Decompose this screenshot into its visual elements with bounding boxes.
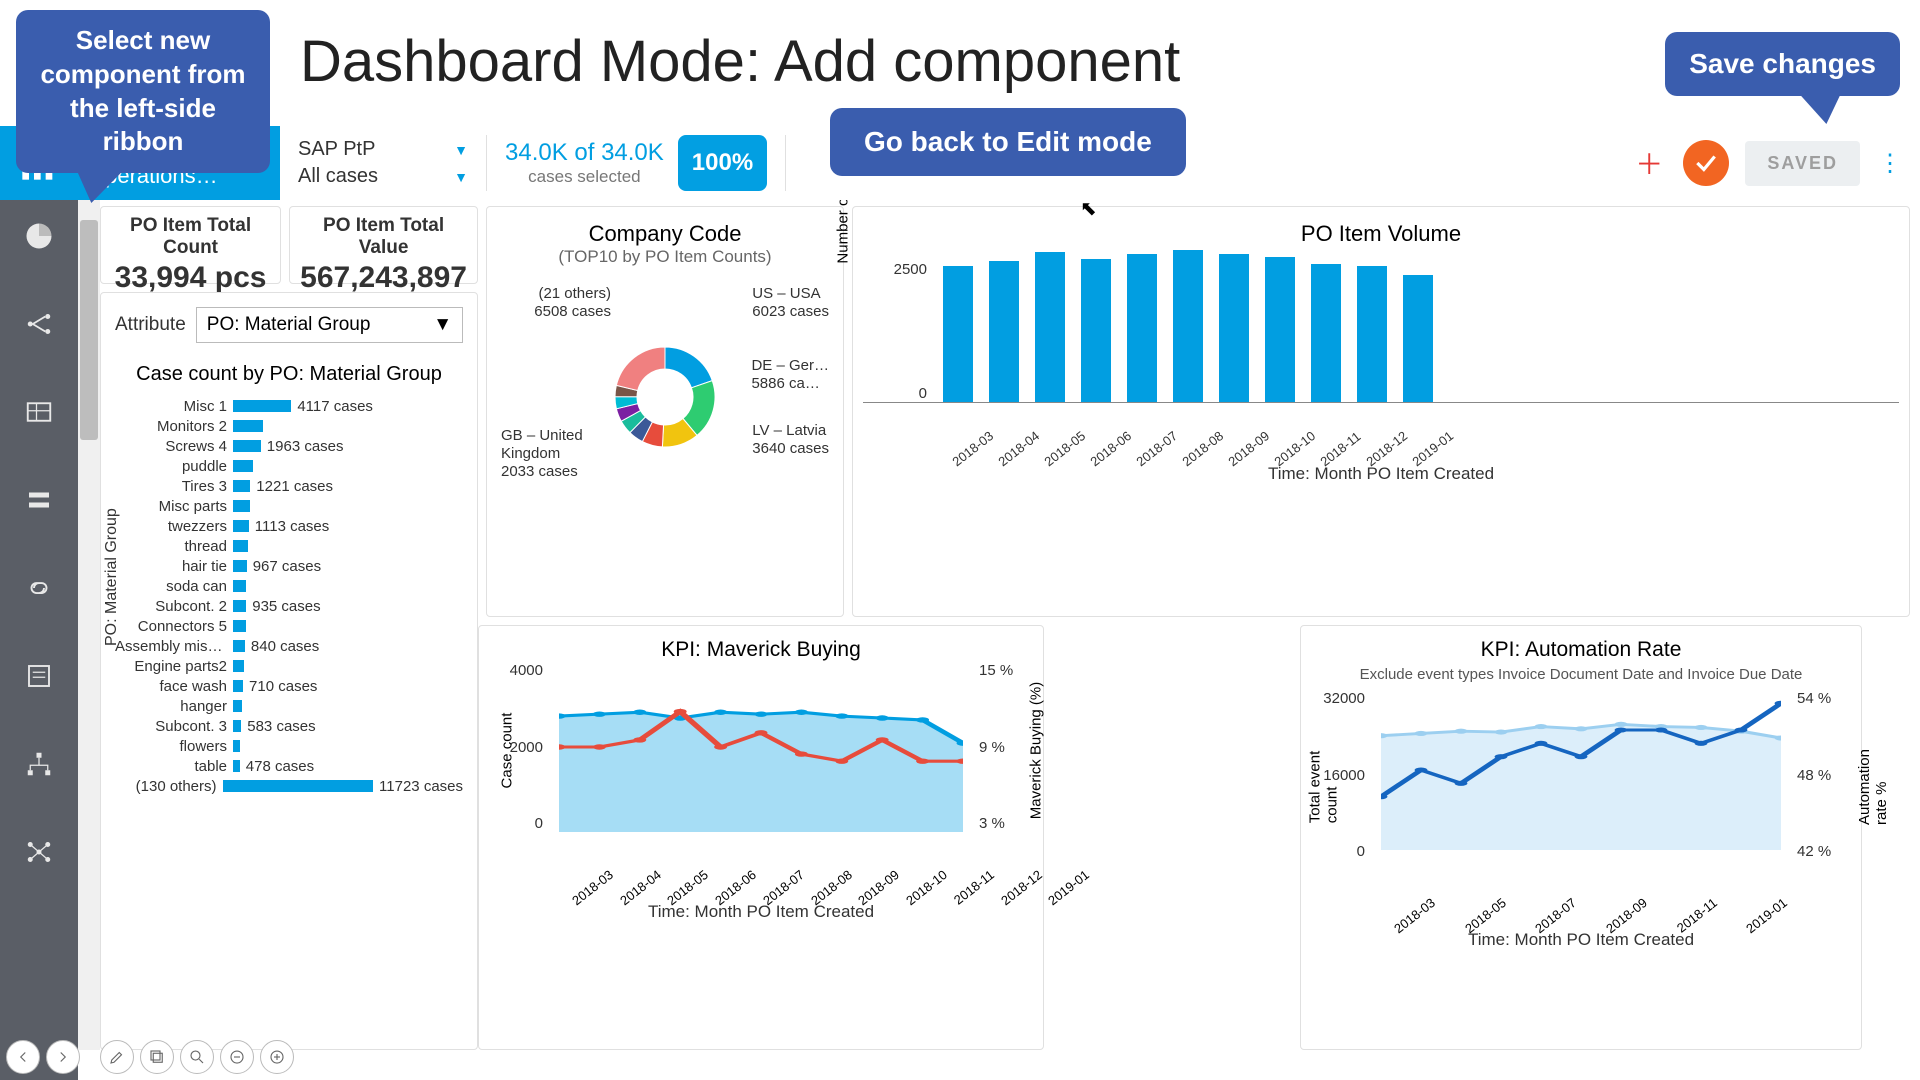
- ribbon-network-icon[interactable]: [21, 834, 57, 870]
- kpi-automation-title: KPI: Automation Rate: [1311, 638, 1851, 662]
- kpi-card-value[interactable]: PO Item Total Value 567,243,897 €: [289, 206, 478, 284]
- attribute-chart-title: Case count by PO: Material Group: [111, 363, 467, 386]
- kpi-automation-panel[interactable]: KPI: Automation Rate Exclude event types…: [1300, 625, 1862, 1050]
- ribbon-pie-icon[interactable]: [21, 218, 57, 254]
- pie-label-us: US – USA 6023 cases: [752, 285, 829, 321]
- pie-label-de: DE – Ger… 5886 ca…: [751, 357, 829, 393]
- zoom-in-button[interactable]: [260, 1040, 294, 1074]
- edit-button[interactable]: [100, 1040, 134, 1074]
- pie-chart[interactable]: [605, 337, 725, 457]
- saved-button: SAVED: [1745, 141, 1860, 186]
- bottom-controls: [6, 1040, 294, 1074]
- left-ribbon: [0, 200, 78, 1080]
- vertical-scrollbar[interactable]: [78, 200, 100, 1050]
- more-menu-icon[interactable]: ⋮: [1878, 149, 1902, 178]
- search-button[interactable]: [180, 1040, 214, 1074]
- chevron-down-icon: ▼: [454, 169, 468, 185]
- po-volume-chart[interactable]: Number of PO items 0 2500: [863, 253, 1899, 403]
- next-button[interactable]: [46, 1040, 80, 1074]
- ribbon-stack-icon[interactable]: [21, 482, 57, 518]
- callout-save-changes: Save changes: [1665, 32, 1900, 96]
- dataset-selector[interactable]: SAP PtP ▼: [298, 136, 468, 163]
- confirm-button[interactable]: [1683, 140, 1729, 186]
- checkmark-icon: [1693, 150, 1719, 176]
- zoom-out-button[interactable]: [220, 1040, 254, 1074]
- chevron-down-icon: ▼: [454, 142, 468, 158]
- kpi-maverick-panel[interactable]: KPI: Maverick Buying Case count 0 2000 4…: [478, 625, 1044, 1050]
- po-volume-panel[interactable]: PO Item Volume Number of PO items 0 2500…: [852, 206, 1910, 617]
- kpi-maverick-title: KPI: Maverick Buying: [489, 638, 1033, 662]
- pie-subtitle: (TOP10 by PO Item Counts): [497, 247, 833, 267]
- ribbon-link-icon[interactable]: [21, 570, 57, 606]
- copy-button[interactable]: [140, 1040, 174, 1074]
- pie-label-others: (21 others) 6508 cases: [501, 285, 611, 321]
- cases-selected-display: 34.0K of 34.0K cases selected: [505, 139, 664, 187]
- attribute-label: Attribute: [115, 314, 186, 336]
- attribute-select[interactable]: PO: Material Group ▼: [196, 307, 463, 343]
- prev-button[interactable]: [6, 1040, 40, 1074]
- ribbon-tree-icon[interactable]: [21, 746, 57, 782]
- material-group-chart[interactable]: PO: Material Group Misc 14117 casesMonit…: [111, 396, 467, 796]
- kpi-automation-chart[interactable]: Total event count 0 16000 32000 Automati…: [1311, 690, 1851, 890]
- callout-select-component: Select new component from the left-side …: [16, 10, 270, 173]
- attribute-panel[interactable]: Attribute PO: Material Group ▼ Case coun…: [100, 292, 478, 1050]
- chevron-down-icon: ▼: [433, 314, 452, 336]
- kpi-maverick-chart[interactable]: Case count 0 2000 4000 Maverick Buying (…: [489, 662, 1033, 862]
- pie-title: Company Code: [497, 221, 833, 247]
- pie-label-lv: LV – Latvia 3640 cases: [752, 422, 829, 458]
- ribbon-table-icon[interactable]: [21, 394, 57, 430]
- page-title: Dashboard Mode: Add component: [300, 28, 1180, 95]
- callout-edit-mode: Go back to Edit mode: [830, 108, 1186, 176]
- bar-xlabel: Time: Month PO Item Created: [863, 464, 1899, 484]
- kpi-card-count[interactable]: PO Item Total Count 33,994 pcs: [100, 206, 281, 284]
- case-filter-selector[interactable]: All cases ▼: [298, 163, 468, 190]
- ribbon-form-icon[interactable]: [21, 658, 57, 694]
- company-code-panel[interactable]: Company Code (TOP10 by PO Item Counts) (…: [486, 206, 844, 617]
- ribbon-flow-icon[interactable]: [21, 306, 57, 342]
- add-component-button[interactable]: ＋: [1635, 143, 1663, 183]
- percentage-badge[interactable]: 100%: [678, 135, 767, 191]
- bar-title: PO Item Volume: [863, 221, 1899, 247]
- pie-label-gb: GB – United Kingdom 2033 cases: [501, 427, 621, 481]
